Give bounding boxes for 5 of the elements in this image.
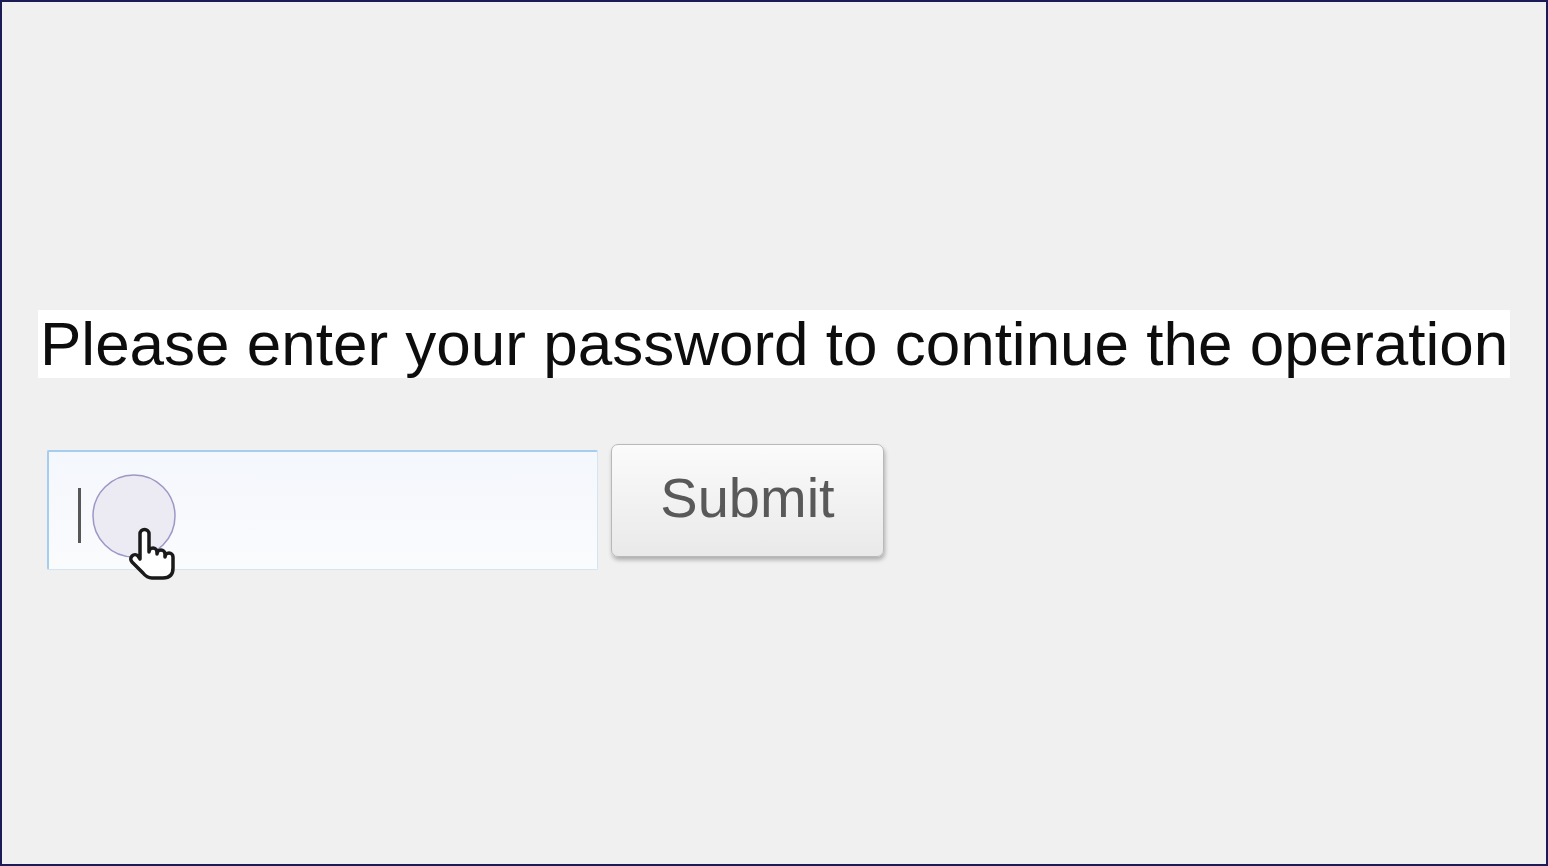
submit-button[interactable]: Submit — [611, 444, 884, 557]
text-cursor-icon — [78, 488, 81, 543]
prompt-text: Please enter your password to continue the operation — [38, 310, 1511, 378]
password-field[interactable] — [47, 450, 598, 570]
hand-cursor-icon — [92, 474, 176, 580]
